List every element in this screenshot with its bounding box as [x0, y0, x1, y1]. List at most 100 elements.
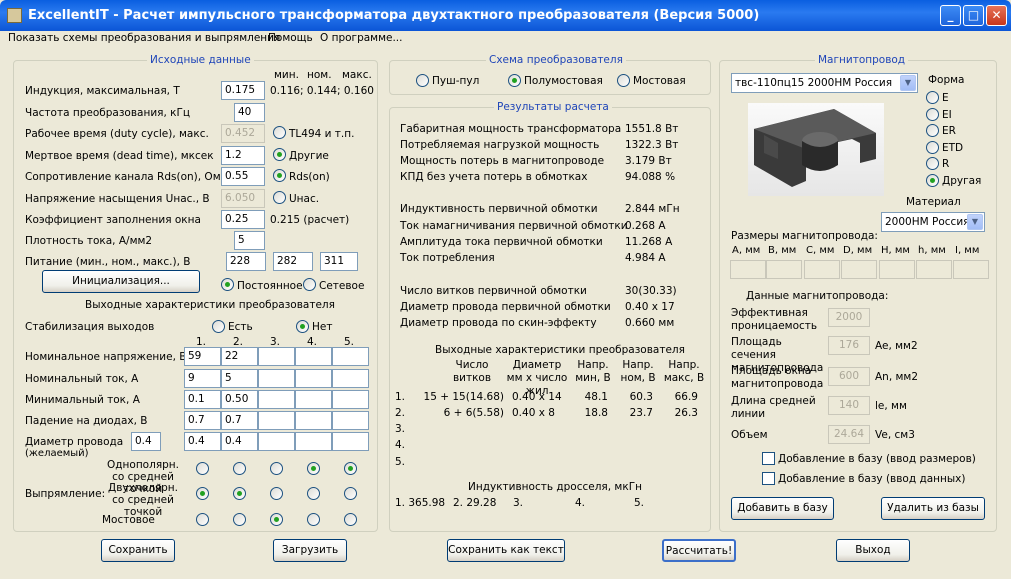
rect-radio[interactable] — [307, 462, 320, 475]
rect-radio[interactable] — [196, 513, 209, 526]
half-bridge-radio[interactable] — [508, 74, 521, 87]
maximize-button[interactable]: □ — [963, 5, 984, 26]
init-button[interactable]: Инициализация... — [42, 270, 200, 293]
rect-radio[interactable] — [307, 513, 320, 526]
output-cell[interactable]: 5 — [221, 369, 258, 388]
save-text-button[interactable]: Сохранить как текст — [447, 539, 565, 562]
output-cell[interactable]: 22 — [221, 347, 258, 366]
dim-input[interactable] — [916, 260, 952, 279]
add-dims-checkbox[interactable] — [762, 452, 775, 465]
output-cell[interactable] — [258, 347, 295, 366]
rect-radio[interactable] — [307, 487, 320, 500]
output-cell[interactable]: 0.4 — [221, 432, 258, 451]
supply-nom-input[interactable]: 282 — [273, 252, 313, 271]
output-cell[interactable] — [258, 369, 295, 388]
dead-other-radio[interactable] — [273, 148, 286, 161]
output-cell[interactable]: 59 — [184, 347, 221, 366]
output-cell[interactable]: 0.1 — [184, 390, 221, 409]
stab-no-radio[interactable] — [296, 320, 309, 333]
rect-radio[interactable] — [196, 462, 209, 475]
induction-input[interactable]: 0.175 — [221, 81, 265, 100]
dc-radio[interactable] — [221, 278, 234, 291]
rect-radio[interactable] — [270, 487, 283, 500]
rect-radio[interactable] — [233, 462, 246, 475]
menu-about[interactable]: О программе... — [320, 32, 403, 44]
form-radio[interactable] — [926, 124, 939, 137]
form-radio[interactable] — [926, 173, 939, 187]
form-radio[interactable] — [926, 107, 939, 121]
current-density-input[interactable]: 5 — [234, 231, 265, 250]
output-cell[interactable] — [332, 432, 369, 451]
form-radio[interactable] — [926, 140, 939, 154]
minimize-button[interactable]: _ — [940, 5, 961, 26]
output-cell[interactable]: 0.50 — [221, 390, 258, 409]
add-to-base-button[interactable]: Добавить в базу — [731, 497, 834, 520]
output-cell[interactable] — [332, 390, 369, 409]
output-cell[interactable] — [258, 411, 295, 430]
material-select[interactable]: 2000НМ Россия ▼ — [881, 212, 985, 232]
menu-help[interactable]: Помощь — [268, 32, 313, 44]
dim-input[interactable] — [953, 260, 989, 279]
push-pull-radio[interactable] — [416, 74, 429, 87]
duty-input[interactable]: 0.452 — [221, 124, 265, 143]
stab-yes-radio[interactable] — [212, 320, 225, 333]
usat-radio[interactable] — [273, 191, 286, 204]
rect-radio[interactable] — [270, 513, 283, 526]
ve-input[interactable]: 24.64 — [828, 425, 870, 444]
exit-button[interactable]: Выход — [836, 539, 910, 562]
rect-radio[interactable] — [233, 487, 246, 500]
output-cell[interactable] — [295, 411, 332, 430]
rds-radio[interactable] — [273, 169, 286, 182]
dead-input[interactable]: 1.2 — [221, 146, 265, 165]
perm-input[interactable]: 2000 — [828, 308, 870, 327]
freq-input[interactable]: 40 — [234, 103, 265, 122]
output-cell[interactable] — [295, 369, 332, 388]
le-input[interactable]: 140 — [828, 396, 870, 415]
output-cell[interactable]: 0.7 — [221, 411, 258, 430]
wire-desired-input[interactable]: 0.4 — [131, 432, 161, 451]
usat-input[interactable]: 6.050 — [221, 189, 265, 208]
output-cell[interactable] — [258, 432, 295, 451]
output-cell[interactable] — [258, 390, 295, 409]
dim-input[interactable] — [730, 260, 766, 279]
dim-input[interactable] — [879, 260, 915, 279]
output-cell[interactable]: 0.7 — [184, 411, 221, 430]
add-data-checkbox[interactable] — [762, 472, 775, 485]
close-button[interactable]: ✕ — [986, 5, 1007, 26]
output-cell[interactable] — [295, 347, 332, 366]
rect-radio[interactable] — [270, 462, 283, 475]
duty-tl494-radio[interactable] — [273, 126, 286, 139]
rect-radio[interactable] — [233, 513, 246, 526]
rect-radio[interactable] — [344, 462, 357, 475]
an-input[interactable]: 600 — [828, 367, 870, 386]
core-select[interactable]: твс-110пц15 2000НМ Россия ▼ — [731, 73, 918, 93]
form-radio[interactable] — [926, 91, 939, 104]
supply-max-input[interactable]: 311 — [320, 252, 358, 271]
bridge-radio[interactable] — [617, 74, 630, 87]
load-button[interactable]: Загрузить — [273, 539, 347, 562]
rect-radio[interactable] — [196, 487, 209, 500]
output-cell[interactable]: 0.4 — [184, 432, 221, 451]
output-cell[interactable] — [295, 390, 332, 409]
rds-input[interactable]: 0.55 — [221, 167, 265, 186]
save-button[interactable]: Сохранить — [101, 539, 175, 562]
calculate-button[interactable]: Рассчитать! — [662, 539, 736, 562]
output-cell[interactable] — [295, 432, 332, 451]
dim-input[interactable] — [804, 260, 840, 279]
dim-input[interactable] — [841, 260, 877, 279]
rect-radio[interactable] — [344, 513, 357, 526]
menu-schemes[interactable]: Показать схемы преобразования и выпрямле… — [8, 32, 280, 44]
fill-input[interactable]: 0.25 — [221, 210, 265, 229]
ae-input[interactable]: 176 — [828, 336, 870, 355]
rect-radio[interactable] — [344, 487, 357, 500]
output-cell[interactable]: 9 — [184, 369, 221, 388]
output-cell[interactable] — [332, 347, 369, 366]
dim-input[interactable] — [766, 260, 802, 279]
form-radio[interactable] — [926, 157, 939, 170]
chevron-down-icon[interactable]: ▼ — [967, 214, 983, 230]
output-cell[interactable] — [332, 411, 369, 430]
remove-from-base-button[interactable]: Удалить из базы — [881, 497, 985, 520]
supply-min-input[interactable]: 228 — [226, 252, 266, 271]
ac-radio[interactable] — [303, 278, 316, 291]
chevron-down-icon[interactable]: ▼ — [900, 75, 916, 91]
